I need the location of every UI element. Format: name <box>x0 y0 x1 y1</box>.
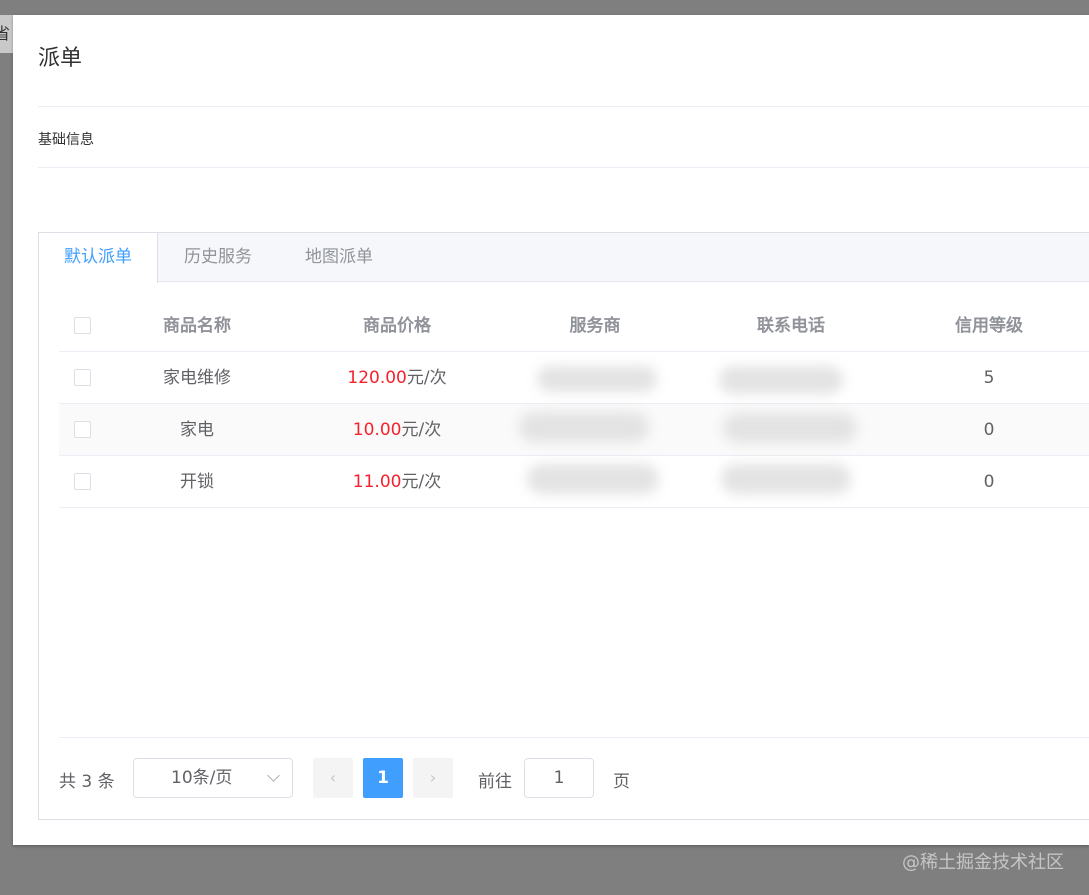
column-header-provider: 服务商 <box>569 316 621 336</box>
credit-level: 0 <box>983 472 995 492</box>
page-size-value: 10条/页 <box>171 768 233 788</box>
column-header-product-name: 商品名称 <box>163 316 231 336</box>
price-unit: 元/次 <box>406 368 447 388</box>
redaction-blur <box>527 464 659 494</box>
title-divider <box>38 106 1089 107</box>
tabs-card: 默认派单 历史服务 地图派单 商品名称 商品价格 服务商 联系电话 信用等级 家… <box>38 232 1089 820</box>
credit-level: 5 <box>983 368 995 388</box>
goto-page-input[interactable]: 1 <box>524 758 594 798</box>
price-value: 120.00 <box>347 368 407 388</box>
goto-label: 前往 <box>478 772 512 792</box>
dialog-title: 派单 <box>38 46 83 71</box>
product-price: 10.00元/次 <box>297 404 497 456</box>
column-header-price: 商品价格 <box>363 316 431 336</box>
row-checkbox[interactable] <box>74 473 91 490</box>
background-window-fragment: 省 <box>0 15 14 53</box>
column-header-phone: 联系电话 <box>757 316 825 336</box>
product-name: 家电维修 <box>163 368 231 388</box>
price-value: 11.00 <box>352 472 402 492</box>
product-name: 家电 <box>180 420 214 440</box>
product-price: 120.00元/次 <box>297 352 497 404</box>
redaction-blur <box>721 464 851 494</box>
next-page-button[interactable]: › <box>413 758 453 798</box>
tab-map-dispatch[interactable]: 地图派单 <box>280 233 398 282</box>
prev-page-button[interactable]: ‹ <box>313 758 353 798</box>
chevron-down-icon <box>267 769 280 782</box>
tabs-header: 默认派单 历史服务 地图派单 <box>39 233 1089 283</box>
table-header-row: 商品名称 商品价格 服务商 联系电话 信用等级 <box>59 300 1089 352</box>
redaction-blur <box>537 366 657 392</box>
redaction-blur <box>723 413 857 443</box>
goto-suffix: 页 <box>613 772 630 792</box>
price-unit: 元/次 <box>401 420 442 440</box>
product-name: 开锁 <box>180 472 214 492</box>
pagination: 共 3 条 10条/页 ‹ 1 › 前往 1 页 <box>59 757 1089 799</box>
redaction-blur <box>519 412 649 442</box>
watermark: @稀土掘金技术社区 <box>902 852 1064 873</box>
product-price: 11.00元/次 <box>297 456 497 508</box>
row-checkbox[interactable] <box>74 369 91 386</box>
redaction-blur <box>719 366 843 394</box>
total-count: 共 3 条 <box>59 772 115 792</box>
credit-level: 0 <box>983 420 995 440</box>
price-unit: 元/次 <box>401 472 442 492</box>
select-all-checkbox[interactable] <box>74 317 91 334</box>
price-value: 10.00 <box>352 420 402 440</box>
section-divider <box>38 167 1089 168</box>
tab-history-service[interactable]: 历史服务 <box>159 233 277 282</box>
dispatch-dialog: 派单 基础信息 默认派单 历史服务 地图派单 商品名称 商品价格 服务商 联系电… <box>13 15 1089 845</box>
page-number-1[interactable]: 1 <box>363 758 403 798</box>
row-checkbox[interactable] <box>74 421 91 438</box>
column-header-credit: 信用等级 <box>955 316 1023 336</box>
tab-default-dispatch[interactable]: 默认派单 <box>39 233 158 283</box>
section-title-basic-info: 基础信息 <box>38 132 94 148</box>
page-size-select[interactable]: 10条/页 <box>133 758 293 798</box>
pagination-divider <box>59 737 1089 738</box>
